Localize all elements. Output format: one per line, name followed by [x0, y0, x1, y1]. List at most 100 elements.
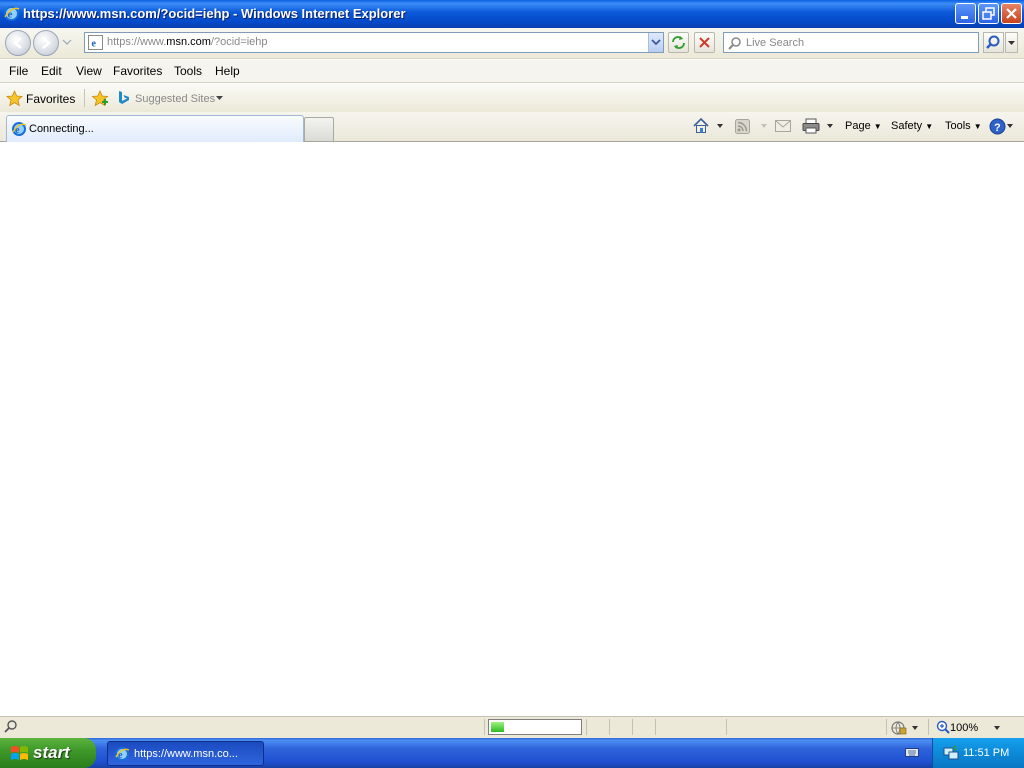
feeds-dropdown-icon[interactable]	[761, 124, 767, 128]
status-divider	[726, 719, 727, 735]
safety-menu-label: Safety	[891, 120, 923, 132]
progress-bar	[488, 719, 582, 735]
menu-tools[interactable]: Tools	[174, 64, 202, 78]
home-dropdown-icon[interactable]	[717, 124, 723, 128]
minimize-button[interactable]	[955, 3, 976, 24]
close-icon	[1006, 8, 1017, 19]
network-icon[interactable]	[943, 745, 959, 761]
progress-fill	[491, 722, 504, 732]
status-divider	[928, 719, 929, 735]
refresh-button[interactable]	[668, 32, 689, 53]
address-prefix: https://www.	[107, 36, 167, 48]
windows-logo-icon	[11, 746, 28, 760]
ie-logo-icon: e	[12, 122, 27, 136]
close-button[interactable]	[1001, 3, 1022, 24]
favorites-bar: Favorites Suggested Sites	[0, 84, 1024, 112]
status-divider	[586, 719, 587, 735]
tab-active[interactable]: e Connecting...	[6, 115, 304, 142]
menu-favorites[interactable]: Favorites	[113, 64, 162, 78]
search-icon	[728, 37, 741, 50]
status-divider	[886, 719, 887, 735]
caret-down-icon: ▼	[873, 122, 882, 131]
menu-view[interactable]: View	[76, 64, 102, 78]
address-suffix: /?ocid=iehp	[210, 36, 268, 48]
add-to-favorites-icon[interactable]	[91, 90, 109, 108]
search-button[interactable]	[983, 32, 1004, 53]
read-mail-icon[interactable]	[775, 119, 791, 133]
search-placeholder: Live Search	[746, 37, 805, 49]
bing-icon	[119, 91, 129, 104]
favorites-button[interactable]: Favorites	[4, 87, 76, 109]
page-menu-label: Page	[845, 120, 871, 132]
restore-icon	[982, 7, 995, 20]
zoom-magnifier-icon	[936, 720, 950, 734]
favorites-divider	[84, 89, 85, 107]
stop-icon	[699, 37, 710, 48]
caret-down-icon: ▼	[973, 122, 982, 131]
svg-text:e: e	[92, 39, 97, 50]
refresh-icon	[672, 36, 685, 49]
tools-menu[interactable]: Tools ▼	[945, 120, 982, 132]
keyboard-icon[interactable]	[905, 746, 919, 758]
title-bar[interactable]: e https://www.msn.com/?ocid=iehp - Windo…	[0, 0, 1024, 28]
page-icon: e	[88, 35, 103, 50]
safety-menu[interactable]: Safety ▼	[891, 120, 933, 132]
stop-button[interactable]	[694, 32, 715, 53]
menu-file[interactable]: File	[9, 64, 28, 78]
clock: 11:51 PM	[963, 747, 1010, 759]
taskbar-item-label: https://www.msn.co...	[134, 748, 238, 760]
forward-arrow-icon	[42, 37, 51, 49]
forward-button[interactable]	[33, 30, 59, 56]
caret-down-icon	[1008, 41, 1015, 45]
status-search-icon	[4, 720, 17, 733]
favorites-label: Favorites	[26, 92, 76, 106]
suggested-sites-dropdown-icon[interactable]	[216, 96, 223, 101]
protected-mode-dropdown-icon[interactable]	[912, 726, 918, 730]
zoom-level: 100%	[950, 722, 979, 734]
help-dropdown-icon[interactable]	[1007, 124, 1013, 128]
help-icon[interactable]: ?	[989, 118, 1006, 135]
status-divider	[609, 719, 610, 735]
star-icon	[6, 90, 23, 107]
search-input[interactable]: Live Search	[723, 32, 979, 53]
start-label: start	[33, 743, 70, 762]
status-divider	[484, 719, 485, 735]
address-domain: msn.com	[166, 36, 211, 48]
start-button[interactable]: start	[0, 738, 96, 768]
magnifier-icon	[986, 35, 1000, 49]
recent-pages-dropdown-icon[interactable]	[62, 38, 72, 46]
suggested-sites-link[interactable]: Suggested Sites	[135, 93, 215, 105]
address-field[interactable]: e https://www.msn.com/?ocid=iehp	[84, 32, 664, 53]
page-content[interactable]	[0, 143, 1024, 716]
ie-logo-icon: e	[115, 747, 130, 761]
address-dropdown-button[interactable]	[648, 33, 663, 52]
back-button[interactable]	[5, 30, 31, 56]
window-title: https://www.msn.com/?ocid=iehp - Windows…	[23, 6, 406, 21]
back-arrow-icon	[13, 37, 22, 49]
zoom-control[interactable]: 100%	[934, 719, 1006, 735]
chevron-down-icon	[651, 39, 661, 46]
tab-title: Connecting...	[29, 123, 94, 135]
minimize-icon	[961, 16, 968, 19]
feeds-icon[interactable]	[735, 119, 750, 134]
caret-down-icon: ▼	[925, 122, 934, 131]
search-options-button[interactable]	[1005, 32, 1018, 53]
address-text: https://www.msn.com/?ocid=iehp	[107, 36, 268, 48]
ie-logo-icon: e	[4, 6, 20, 21]
new-tab-button[interactable]	[304, 117, 334, 141]
menu-bar: File Edit View Favorites Tools Help	[0, 60, 1024, 83]
menu-edit[interactable]: Edit	[41, 64, 62, 78]
zoom-dropdown-icon	[994, 726, 1000, 730]
menu-help[interactable]: Help	[215, 64, 240, 78]
status-divider	[632, 719, 633, 735]
protected-mode-icon[interactable]	[891, 721, 907, 735]
status-divider	[655, 719, 656, 735]
print-dropdown-icon[interactable]	[827, 124, 833, 128]
tools-menu-label: Tools	[945, 120, 971, 132]
page-menu[interactable]: Page ▼	[845, 120, 882, 132]
home-icon[interactable]	[692, 117, 710, 135]
svg-text:?: ?	[994, 122, 1001, 134]
taskbar-item-ie[interactable]: e https://www.msn.co...	[107, 741, 264, 766]
print-icon[interactable]	[802, 118, 820, 134]
restore-button[interactable]	[978, 3, 999, 24]
